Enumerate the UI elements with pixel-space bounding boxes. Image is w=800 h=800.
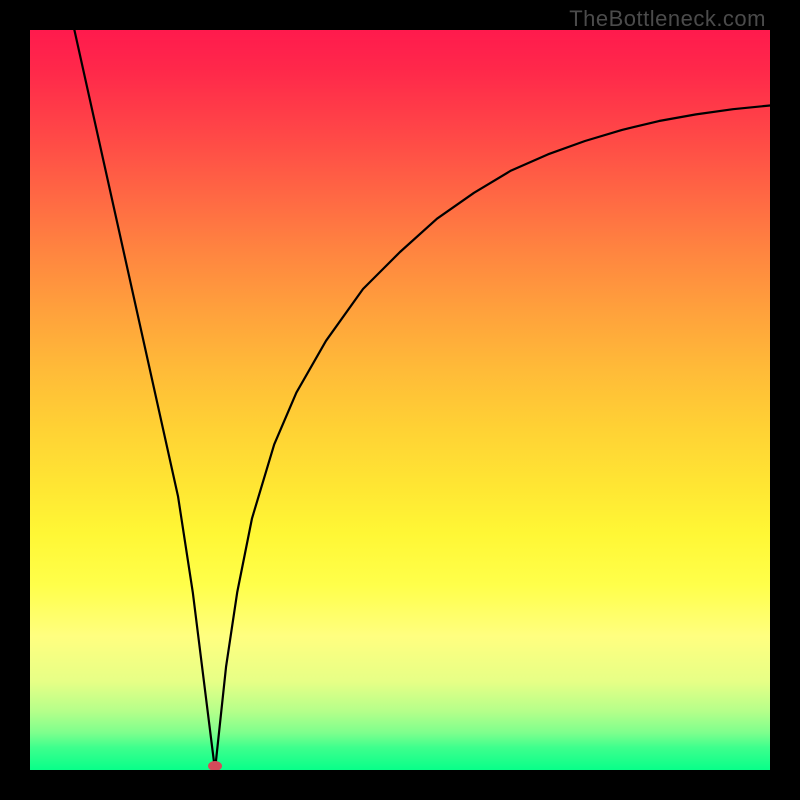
min-marker xyxy=(208,761,222,770)
chart-svg xyxy=(30,30,770,770)
chart-frame: TheBottleneck.com xyxy=(0,0,800,800)
bottleneck-curve xyxy=(74,30,770,770)
watermark-text: TheBottleneck.com xyxy=(569,6,766,32)
plot-area xyxy=(30,30,770,770)
